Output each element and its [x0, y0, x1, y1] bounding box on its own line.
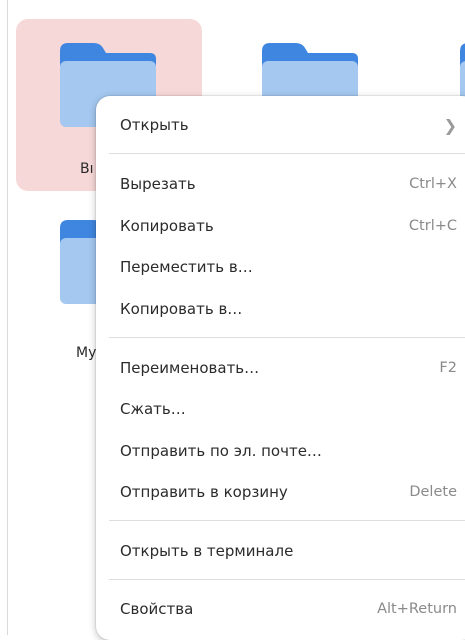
menu-separator	[109, 153, 465, 154]
menu-item-label: Открыть в терминале	[120, 542, 294, 560]
menu-item-move-to-trash[interactable]: Отправить в корзину Delete	[96, 475, 465, 509]
menu-item-open-terminal[interactable]: Открыть в терминале	[96, 534, 465, 568]
menu-item-label: Свойства	[120, 600, 194, 618]
menu-item-label: Отправить по эл. почте…	[120, 442, 322, 460]
chevron-right-icon: ❯	[443, 115, 457, 135]
menu-separator	[109, 579, 465, 580]
menu-item-copy[interactable]: Копировать Ctrl+C	[96, 209, 465, 243]
folder-label: Вı	[80, 161, 94, 177]
menu-item-label: Открыть	[120, 116, 189, 134]
menu-item-compress[interactable]: Сжать…	[96, 392, 465, 426]
folder-label: My	[76, 345, 97, 361]
menu-item-shortcut: Ctrl+X	[409, 176, 457, 192]
menu-item-copy-to[interactable]: Копировать в…	[96, 292, 465, 326]
menu-item-label: Копировать	[120, 217, 214, 235]
menu-item-properties[interactable]: Свойства Alt+Return	[96, 592, 465, 626]
menu-item-label: Отправить в корзину	[120, 483, 288, 501]
menu-item-label: Сжать…	[120, 400, 186, 418]
menu-item-shortcut: Ctrl+C	[408, 218, 457, 234]
menu-item-rename[interactable]: Переименовать… F2	[96, 351, 465, 385]
menu-item-move-to[interactable]: Переместить в…	[96, 250, 465, 284]
menu-item-shortcut: F2	[439, 360, 457, 376]
menu-item-shortcut: Alt+Return	[377, 601, 457, 617]
menu-item-open[interactable]: Открыть ❯	[96, 108, 465, 142]
menu-item-label: Переименовать…	[120, 359, 260, 377]
menu-separator	[109, 337, 465, 338]
menu-item-label: Вырезать	[120, 175, 196, 193]
menu-item-cut[interactable]: Вырезать Ctrl+X	[96, 167, 465, 201]
menu-item-shortcut: Delete	[409, 484, 457, 500]
menu-item-send-email[interactable]: Отправить по эл. почте…	[96, 434, 465, 468]
context-menu: Открыть ❯ Вырезать Ctrl+X Копировать Ctr…	[96, 96, 465, 640]
menu-item-label: Копировать в…	[120, 300, 243, 318]
menu-item-label: Переместить в…	[120, 258, 253, 276]
menu-separator	[109, 520, 465, 521]
